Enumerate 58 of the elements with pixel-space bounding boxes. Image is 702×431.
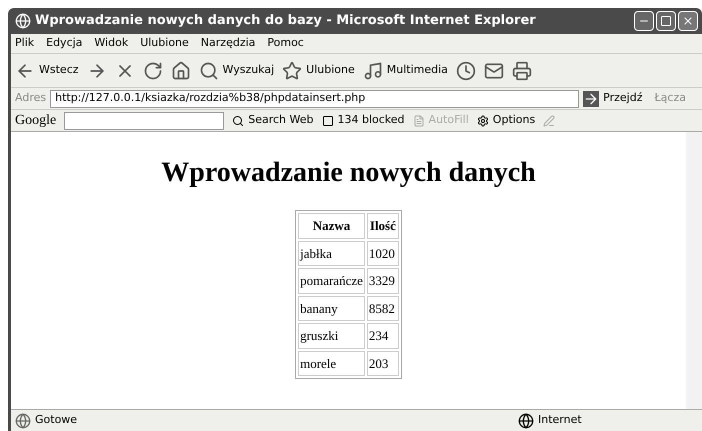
table-cell: 234 (366, 323, 399, 348)
window-title: Wprowadzanie nowych danych do bazy - Microsoft Internet Explorer (35, 12, 536, 30)
go-button[interactable]: Przejdź (583, 90, 642, 107)
menu-item[interactable]: Ulubione (140, 35, 189, 52)
address-field[interactable]: http://127.0.0.1/ksiazka/rozdzia%b38/phpdatainsert.php (50, 90, 580, 108)
mail-button[interactable] (484, 60, 504, 80)
music-note-icon (362, 60, 383, 80)
status-text: Gotowe (35, 412, 78, 428)
search-button[interactable]: Wyszukaj (198, 60, 274, 80)
favorites-button[interactable]: Ulubione (282, 60, 355, 80)
popup-blocker-button[interactable]: 134 blocked (322, 112, 405, 129)
menu-item[interactable]: Widok (94, 35, 128, 52)
page-heading: Wprowadzanie nowych danych (161, 156, 536, 190)
column-header: Ilość (366, 213, 399, 238)
printer-icon (512, 60, 532, 80)
options-button[interactable]: Options (476, 112, 536, 129)
address-label: Adres (15, 90, 46, 106)
table-cell: 1020 (366, 240, 399, 266)
maximize-button[interactable] (656, 11, 676, 31)
envelope-icon (484, 60, 504, 80)
google-logo[interactable]: Google (15, 110, 56, 131)
globe-icon (518, 412, 534, 428)
google-search-field[interactable] (64, 112, 224, 130)
table-cell: morele (298, 350, 365, 376)
media-button[interactable]: Multimedia (362, 60, 448, 80)
back-button[interactable]: Wstecz (15, 60, 79, 80)
print-button[interactable] (512, 60, 532, 80)
search-icon (232, 114, 244, 126)
minimize-button[interactable] (634, 11, 654, 31)
table-cell: 203 (366, 350, 399, 376)
document-icon (412, 114, 425, 126)
refresh-icon (142, 60, 163, 80)
maximize-icon (660, 15, 672, 27)
table-cell: 8582 (366, 296, 399, 321)
search-icon (198, 60, 219, 80)
table-cell: gruszki (298, 323, 365, 348)
search-web-button[interactable]: Search Web (232, 112, 314, 129)
table-cell: banany (298, 296, 365, 321)
menu-item[interactable]: Plik (15, 35, 34, 52)
window-icon (322, 114, 334, 126)
column-header: Nazwa (298, 213, 365, 238)
menu-item[interactable]: Pomoc (267, 35, 304, 52)
clock-icon (456, 60, 476, 80)
pen-icon (543, 114, 556, 126)
history-button[interactable] (456, 60, 476, 80)
close-icon (682, 15, 694, 27)
menu-item[interactable]: Narzędzia (200, 35, 256, 52)
refresh-button[interactable] (142, 60, 163, 80)
zone-text: Internet (538, 412, 583, 428)
settings-icon (476, 114, 489, 126)
table-cell: pomarańcze (298, 268, 365, 294)
close-button[interactable] (678, 11, 698, 31)
star-icon (282, 60, 302, 80)
table-cell: 3329 (366, 268, 399, 294)
menu-item[interactable]: Edycja (46, 35, 82, 52)
house-icon (170, 60, 191, 80)
table-cell: jabłka (298, 240, 365, 266)
home-button[interactable] (170, 60, 191, 80)
